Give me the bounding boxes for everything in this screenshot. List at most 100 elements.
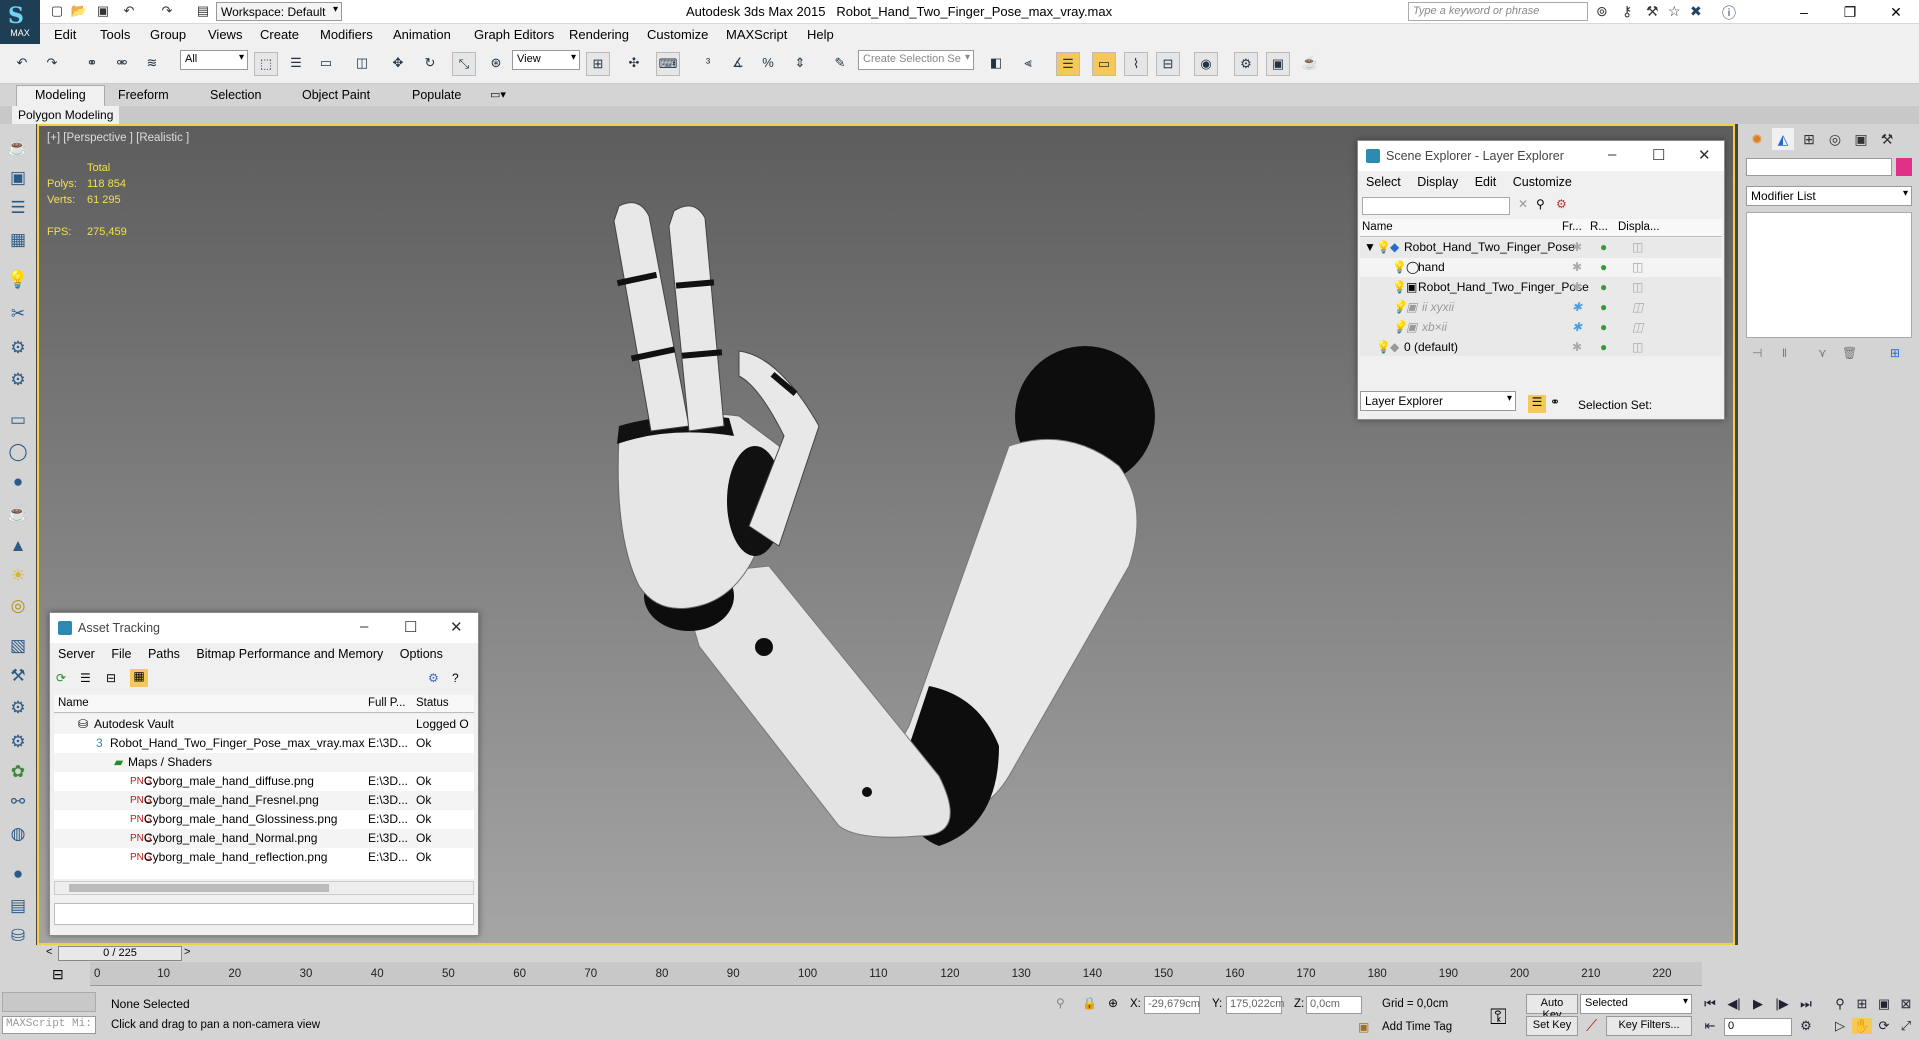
- se-menu-select[interactable]: Select: [1366, 175, 1401, 189]
- asset-row[interactable]: 3 Robot_Hand_Two_Finger_Pose_max_vray.max…: [54, 734, 474, 753]
- save-file-icon[interactable]: ▣: [94, 3, 112, 19]
- help-icon[interactable]: ⓘ: [1722, 3, 1736, 23]
- time-config-icon[interactable]: ⚙: [1796, 1018, 1816, 1034]
- track-bar-toggle-icon[interactable]: ⊟: [52, 966, 64, 983]
- menu-maxscript[interactable]: MAXScript: [726, 27, 787, 42]
- minimize-icon[interactable]: –: [360, 618, 368, 635]
- tree-row[interactable]: 💡 ◯ hand ✱ ● ◫: [1360, 258, 1722, 277]
- new-file-icon[interactable]: ▢: [48, 3, 66, 19]
- maximize-icon[interactable]: ☐: [1652, 146, 1665, 164]
- align-icon[interactable]: ⫷: [1016, 52, 1040, 76]
- remove-modifier-icon[interactable]: 🗑: [1842, 346, 1857, 360]
- set-key-button[interactable]: Set Key: [1526, 1016, 1578, 1036]
- object-name-input[interactable]: [1746, 158, 1892, 176]
- render-teapot-icon[interactable]: ☕: [1298, 52, 1322, 76]
- menu-tools[interactable]: Tools: [100, 27, 130, 42]
- add-time-tag[interactable]: Add Time Tag: [1382, 1021, 1452, 1033]
- display-icon[interactable]: ◫: [1632, 338, 1643, 357]
- select-by-name-icon[interactable]: ☰: [284, 52, 308, 76]
- sun-icon[interactable]: ☀: [5, 564, 31, 588]
- freeze-icon[interactable]: ✱: [1572, 318, 1582, 337]
- se-menu-display[interactable]: Display: [1417, 175, 1458, 189]
- workspace-dropdown[interactable]: Workspace: Default: [216, 2, 342, 21]
- tab-modeling[interactable]: Modeling: [16, 85, 105, 106]
- modifier-list-dropdown[interactable]: Modifier List: [1746, 186, 1912, 206]
- scrollbar-thumb[interactable]: [69, 884, 329, 892]
- robot-icon[interactable]: ⚙: [5, 696, 31, 720]
- display-icon[interactable]: ◫: [1632, 298, 1643, 317]
- pivot-center-icon[interactable]: ⊞: [586, 52, 610, 76]
- link-icon[interactable]: ⚭: [80, 52, 104, 76]
- create-panel-icon[interactable]: ✹: [1746, 128, 1768, 150]
- hammer-icon[interactable]: ⚒: [5, 664, 31, 688]
- polygon-modeling-panel[interactable]: Polygon Modeling: [12, 106, 120, 124]
- bulb-icon[interactable]: 💡: [1392, 258, 1407, 277]
- padlock-icon[interactable]: 🔒: [1082, 996, 1097, 1010]
- close-icon[interactable]: ✕: [450, 618, 463, 636]
- tree-row[interactable]: 💡 ▣ xb×ii ✱ ● ◫: [1360, 318, 1722, 337]
- tree-row[interactable]: 💡 ◆ 0 (default) ✱ ● ◫: [1360, 338, 1722, 357]
- find-icon[interactable]: ⚲: [1536, 197, 1545, 211]
- percent-snap-icon[interactable]: %: [756, 52, 780, 76]
- asset-row[interactable]: PNG Cyborg_male_hand_diffuse.png E:\3D... O…: [54, 772, 474, 791]
- asset-row[interactable]: ▰ Maps / Shaders: [54, 753, 474, 772]
- tree-row[interactable]: ▼ 💡 ◆ Robot_Hand_Two_Finger_Pose ✱ ● ◫: [1360, 238, 1722, 257]
- rotate-icon[interactable]: ↻: [418, 52, 442, 76]
- asset-row[interactable]: ⛁ Autodesk Vault Logged O: [54, 715, 474, 734]
- time-tag-icon[interactable]: ▣: [1358, 1020, 1369, 1034]
- layer-manager-icon[interactable]: ☰: [1056, 52, 1080, 76]
- tree-row[interactable]: 💡 ▣ ii xyxii ✱ ● ◫: [1360, 298, 1722, 317]
- undo-toolbar-icon[interactable]: ↶: [10, 52, 34, 76]
- modify-panel-icon[interactable]: ◭: [1772, 128, 1794, 150]
- key-filters-button[interactable]: Key Filters...: [1606, 1016, 1692, 1036]
- bulb-off-icon[interactable]: 💡: [1392, 318, 1407, 337]
- tab-object-paint[interactable]: Object Paint: [302, 88, 370, 102]
- configure-modifier-sets-icon[interactable]: ⊞: [1890, 346, 1900, 360]
- goto-end-icon[interactable]: ⏭: [1796, 996, 1816, 1012]
- object-color-swatch[interactable]: [1896, 158, 1912, 176]
- select-object-icon[interactable]: ⬚: [254, 52, 278, 76]
- edit-named-selection-icon[interactable]: ✎: [828, 52, 852, 76]
- col-render[interactable]: R...: [1590, 221, 1608, 233]
- freeze-icon[interactable]: ✱: [1572, 278, 1582, 297]
- bulb-icon[interactable]: 💡: [1376, 338, 1391, 357]
- refresh-icon[interactable]: ⟳: [56, 671, 66, 685]
- sphere-icon[interactable]: ●: [5, 470, 31, 494]
- tools-icon[interactable]: ✂: [5, 302, 31, 326]
- selection-filter-dropdown[interactable]: All: [180, 50, 248, 70]
- menu-views[interactable]: Views: [208, 27, 242, 42]
- col-status[interactable]: Status: [416, 697, 449, 709]
- clear-search-icon[interactable]: ✕: [1518, 197, 1528, 211]
- perspective-viewport[interactable]: [+] [Perspective ] [Realistic ] Total Po…: [37, 124, 1735, 945]
- next-key-icon[interactable]: |▶: [1772, 996, 1792, 1012]
- time-slider-thumb[interactable]: 0 / 225: [58, 946, 182, 961]
- explorer-type-dropdown[interactable]: Layer Explorer: [1360, 391, 1516, 411]
- search-input[interactable]: Type a keyword or phrase: [1408, 2, 1588, 21]
- menu-customize[interactable]: Customize: [647, 27, 708, 42]
- bulb-icon[interactable]: 💡: [1376, 238, 1391, 257]
- freeze-icon[interactable]: ✱: [1572, 238, 1582, 257]
- at-menu-server[interactable]: Server: [58, 647, 95, 661]
- show-end-result-icon[interactable]: ‖: [1782, 346, 1787, 360]
- at-menu-paths[interactable]: Paths: [148, 647, 180, 661]
- auto-key-button[interactable]: Auto Key: [1526, 994, 1578, 1021]
- disk-icon[interactable]: ▤: [5, 894, 31, 918]
- zoom-all-icon[interactable]: ⊞: [1852, 996, 1872, 1012]
- tree-view-icon[interactable]: ⊟: [106, 671, 116, 685]
- list-view-icon[interactable]: ☰: [80, 671, 91, 685]
- pin-stack-icon[interactable]: ⊣: [1752, 346, 1762, 360]
- chain-icon[interactable]: ⚯: [5, 790, 31, 814]
- disc-icon[interactable]: ◯: [5, 440, 31, 464]
- unlink-icon[interactable]: ⚮: [110, 52, 134, 76]
- layer-mode-icon[interactable]: ☰: [1528, 395, 1546, 413]
- plant-icon[interactable]: ✿: [5, 760, 31, 784]
- motion-panel-icon[interactable]: ◎: [1824, 128, 1846, 150]
- menu-edit[interactable]: Edit: [54, 27, 76, 42]
- rendered-frame-icon[interactable]: ▣: [1266, 52, 1290, 76]
- modifier-stack[interactable]: [1746, 212, 1912, 338]
- asset-row[interactable]: PNG Cyborg_male_hand_Normal.png E:\3D... Ok: [54, 829, 474, 848]
- key-icon[interactable]: ⚿: [1490, 1004, 1507, 1030]
- layer-add-icon[interactable]: ⚙: [1556, 197, 1567, 211]
- render-teapot-toggle-icon[interactable]: ●: [1600, 258, 1607, 277]
- gear-icon[interactable]: ⚙: [5, 368, 31, 392]
